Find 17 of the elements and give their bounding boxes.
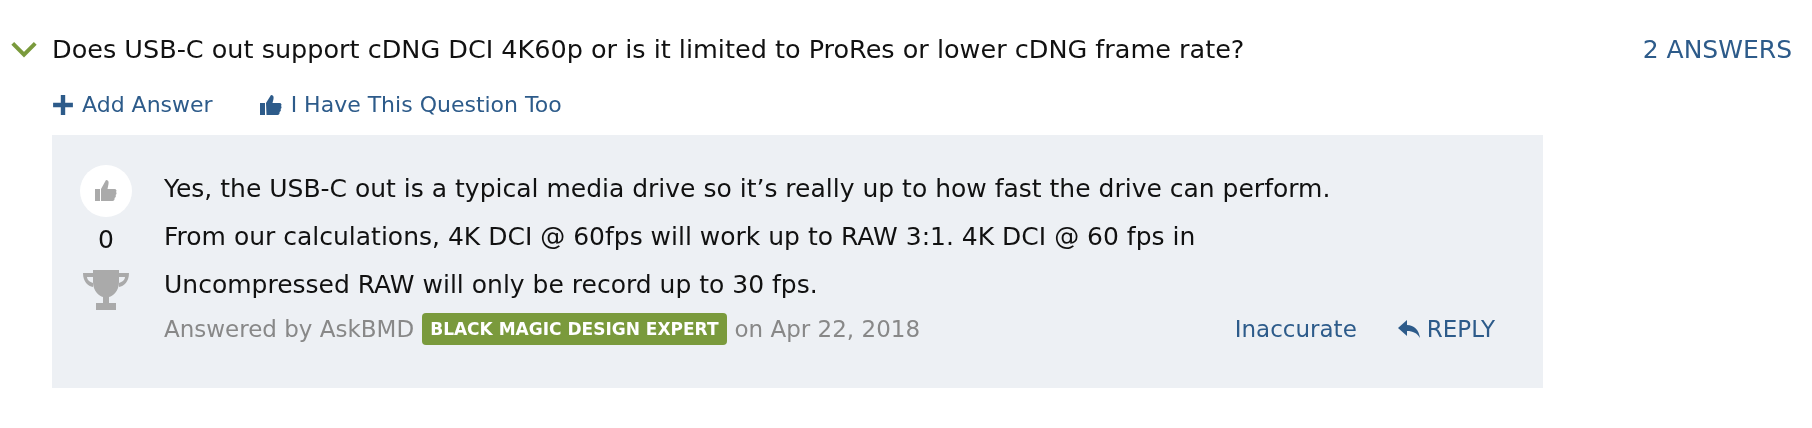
date-text: on Apr 22, 2018: [734, 316, 921, 342]
answers-count-link[interactable]: 2 ANSWERS: [1642, 34, 1792, 64]
answer-text: Yes, the USB-C out is a typical media drive so it’s really up to how fast the drive can perform. From our calculations, 4K DCI @ 60fps will work up to RAW 3:1. 4K DCI @ 60 fps in Uncompressed RAW will only be record up to 30 fps.: [164, 173, 1332, 301]
byline-text: Answered by AskBMD: [164, 316, 415, 342]
plus-icon: [52, 93, 74, 116]
reply-icon: [1396, 319, 1421, 339]
action-link[interactable]: Add Answer: [52, 92, 213, 117]
question-title: Does USB-C out support cDNG DCI 4K60p or is it limited to ProRes or lower cDNG frame rate?: [52, 34, 1246, 64]
thumbs-up-icon: [258, 92, 283, 117]
thumbs-up-icon[interactable]: [80, 165, 132, 217]
trophy-icon: [81, 268, 131, 312]
inaccurate-link[interactable]: Inaccurate: [1234, 316, 1357, 342]
reply-link[interactable]: REPLY: [1396, 316, 1495, 342]
action-link[interactable]: I Have This Question Too: [258, 92, 562, 117]
chevron-down-icon[interactable]: [10, 40, 38, 58]
expert-badge: BLACK MAGIC DESIGN EXPERT: [422, 313, 727, 345]
vote-count: 0: [98, 225, 114, 254]
